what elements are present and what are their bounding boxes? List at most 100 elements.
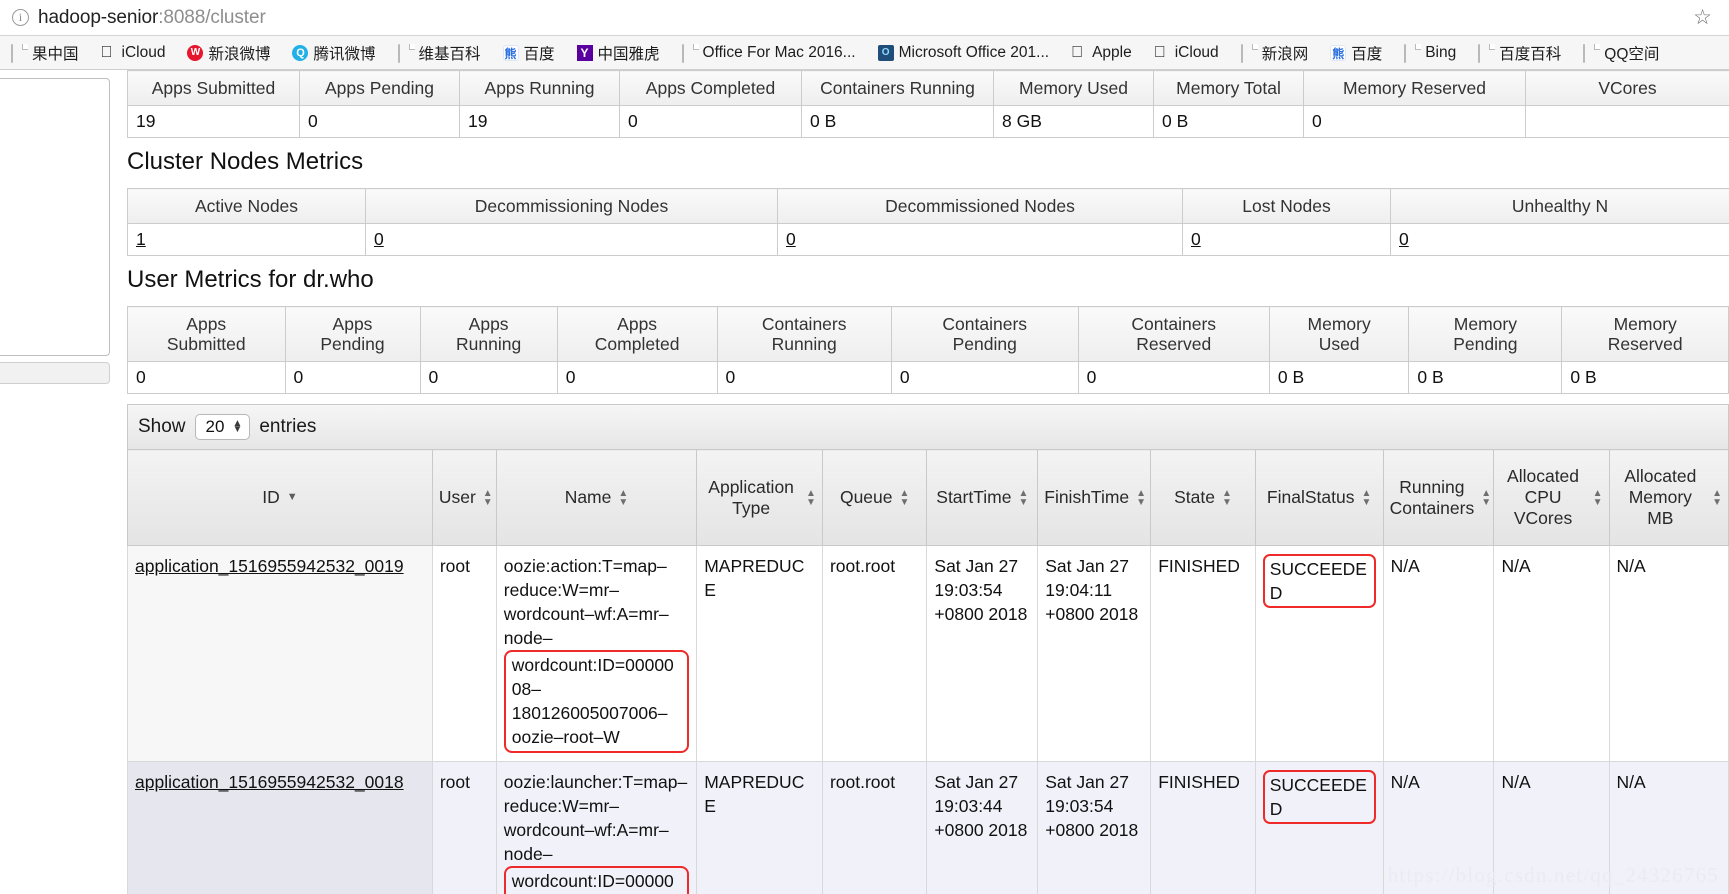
name-highlight-box: wordcount:ID=0000008–180126005007006–ooz… <box>503 650 690 753</box>
user-metric-value: 0 <box>419 361 558 394</box>
bookmark-item[interactable]: 维基百科 <box>387 37 492 69</box>
metric-value: 0 B <box>801 105 994 138</box>
tencent-icon: Q <box>292 44 309 61</box>
node-metric-link[interactable]: 0 <box>786 229 796 249</box>
bookmark-item[interactable]:  Apple <box>1060 37 1143 69</box>
cell-user: root <box>431 761 497 894</box>
table-row[interactable]: application_1516955942532_0019 root oozi… <box>127 545 1729 762</box>
node-metric-value[interactable]: 0 <box>1390 223 1729 256</box>
cell-id[interactable]: application_1516955942532_0018 <box>127 761 433 894</box>
bookmark-item[interactable]: Office For Mac 2016... <box>671 37 867 69</box>
sidebar-item[interactable]: ED <box>0 296 109 318</box>
column-header[interactable]: Queue ▲ ▼ <box>821 449 928 546</box>
bookmark-item[interactable]: Y 中国雅虎 <box>566 37 671 69</box>
bookmark-item[interactable]: W 新浪微博 <box>176 37 281 69</box>
sidebar-item[interactable]: _SAVING <box>0 167 109 189</box>
cell-application-type: MAPREDUCE <box>696 761 823 894</box>
sidebar-item[interactable]: SHED <box>0 253 109 275</box>
bookmark-item[interactable]: 熊百度 <box>492 37 566 69</box>
user-metric-header: Memory Used <box>1268 306 1410 362</box>
sort-both-icon[interactable]: ▲ ▼ <box>618 488 628 507</box>
node-metric-link[interactable]: 1 <box>136 229 146 249</box>
application-id-link[interactable]: application_1516955942532_0018 <box>135 772 404 792</box>
cluster-metrics-table: Apps Submitted Apps Pending Apps Running Ap… <box>127 70 1729 138</box>
column-header[interactable]: Name ▲ ▼ <box>495 449 698 546</box>
bookmark-item[interactable]: 果中国 <box>0 37 90 69</box>
show-label: Show <box>138 416 186 437</box>
user-metric-value: 0 B <box>1268 361 1410 394</box>
bookmark-item[interactable]: O Microsoft Office 201... <box>867 37 1060 69</box>
sidebar-footer[interactable]: er <box>0 318 109 356</box>
bookmark-item[interactable]: QQ空间 <box>1572 37 1670 69</box>
bookmark-label: Microsoft Office 201... <box>898 43 1050 61</box>
column-header-label: Name <box>564 487 612 507</box>
column-header[interactable]: Allocated CPU VCores ▲ ▼ <box>1493 449 1610 546</box>
column-header[interactable]: FinishTime ▲ ▼ <box>1037 449 1152 546</box>
node-metric-value[interactable]: 1 <box>127 223 366 256</box>
stepper-icon[interactable]: ▲ ▼ <box>232 419 242 435</box>
sort-both-icon[interactable]: ▲ ▼ <box>900 488 910 507</box>
column-header[interactable]: User ▲ ▼ <box>431 449 497 546</box>
sort-both-icon[interactable]: ▲ ▼ <box>806 488 816 507</box>
sort-both-icon[interactable]: ▲ ▼ <box>1018 488 1028 507</box>
sort-both-icon[interactable]: ▲ ▼ <box>1222 488 1232 507</box>
bookmark-star-icon[interactable]: ☆ <box>1692 7 1713 29</box>
bookmark-item[interactable]: 百度百科 <box>1467 37 1572 69</box>
apple-icon:  <box>1154 44 1170 61</box>
bookmark-item[interactable]: iCloud <box>1143 37 1230 69</box>
cell-application-type: MAPREDUCE <box>696 545 823 762</box>
user-metrics-value-row: 00000000 B0 B0 B <box>127 361 1729 394</box>
sort-both-icon[interactable]: ▲ ▼ <box>1136 488 1146 507</box>
node-metric-link[interactable]: 0 <box>1191 229 1201 249</box>
bookmark-item[interactable]: 熊百度 <box>1319 37 1393 69</box>
sidebar-heading[interactable]: ions <box>0 89 109 149</box>
user-metric-value: 0 B <box>1408 361 1563 394</box>
sidebar-item[interactable]: MITTED <box>0 189 109 211</box>
cell-id[interactable]: application_1516955942532_0019 <box>127 545 433 762</box>
node-metric-value[interactable]: 0 <box>777 223 1183 256</box>
node-metric-value[interactable]: 0 <box>365 223 778 256</box>
node-metric-value[interactable]: 0 <box>1182 223 1391 256</box>
sort-both-icon[interactable]: ▲ ▼ <box>1593 488 1603 507</box>
browser-window: i hadoop-senior:8088/cluster ☆ 果中国 iClou… <box>0 0 1729 894</box>
apple-icon:  <box>1071 44 1087 61</box>
metric-value: 19 <box>127 105 300 138</box>
sidebar-item[interactable]: EPTED <box>0 210 109 232</box>
bookmark-item[interactable]: Q 腾讯微博 <box>281 37 386 69</box>
metric-header: Memory Used <box>993 70 1154 106</box>
entries-label: entries <box>259 416 317 437</box>
column-header-label: Application Type <box>708 476 794 518</box>
column-header[interactable]: Running Containers ▲ ▼ <box>1382 449 1495 546</box>
page-length-select[interactable]: 20 ▲ ▼ <box>194 414 251 440</box>
sort-desc-icon[interactable]: ▼ <box>287 487 298 508</box>
column-header[interactable]: Application Type ▲ ▼ <box>696 449 823 546</box>
cell-user: root <box>431 545 497 762</box>
site-info-icon[interactable]: i <box>12 9 29 26</box>
sort-both-icon[interactable]: ▲ ▼ <box>483 488 493 507</box>
column-header[interactable]: State ▲ ▼ <box>1150 449 1256 546</box>
bookmark-label: 果中国 <box>32 45 79 63</box>
column-header[interactable]: ID ▼ <box>127 449 433 546</box>
node-metric-link[interactable]: 0 <box>374 229 384 249</box>
user-metric-value: 0 <box>127 361 286 394</box>
sidebar-item[interactable]: NING <box>0 232 109 254</box>
column-header[interactable]: Allocated Memory MB ▲ ▼ <box>1608 449 1729 546</box>
node-metric-header: Active Nodes <box>127 188 366 224</box>
bookmark-label: Apple <box>1092 43 1132 61</box>
node-metric-link[interactable]: 0 <box>1399 229 1409 249</box>
sort-both-icon[interactable]: ▲ ▼ <box>1361 488 1371 507</box>
sidebar-item[interactable]: ED <box>0 275 109 297</box>
baidu-icon: 熊 <box>502 44 519 61</box>
bookmark-item[interactable]: Bing <box>1393 37 1467 69</box>
browser-url-bar[interactable]: i hadoop-senior:8088/cluster ☆ <box>0 0 1729 36</box>
sort-both-icon[interactable]: ▲ ▼ <box>1481 488 1491 507</box>
bookmark-item[interactable]: 新浪网 <box>1230 37 1320 69</box>
sort-both-icon[interactable]: ▲ ▼ <box>1712 488 1722 507</box>
bookmark-item[interactable]: iCloud <box>90 37 177 69</box>
msoffice-icon: O <box>877 44 894 61</box>
column-header[interactable]: StartTime ▲ ▼ <box>926 449 1039 546</box>
datatable-length-bar: Show 20 ▲ ▼ entries <box>127 404 1729 449</box>
bookmark-label: 百度百科 <box>1499 45 1562 63</box>
application-id-link[interactable]: application_1516955942532_0019 <box>135 556 404 576</box>
column-header[interactable]: FinalStatus ▲ ▼ <box>1254 449 1384 546</box>
